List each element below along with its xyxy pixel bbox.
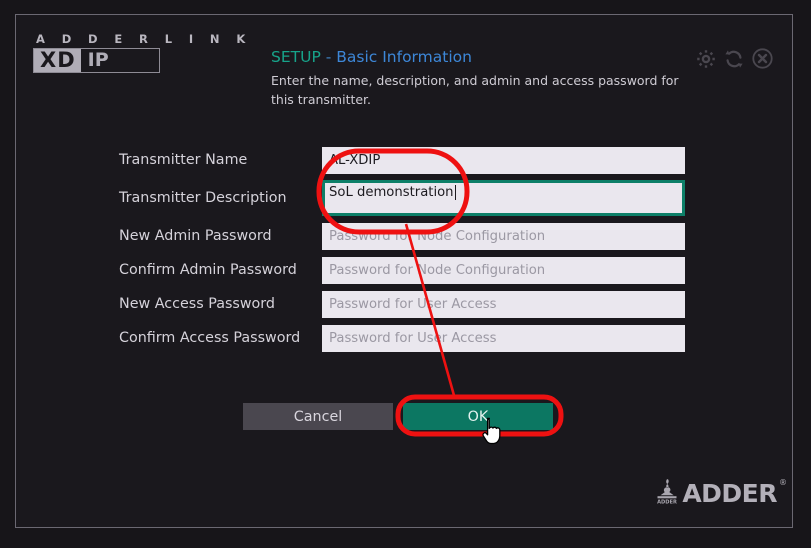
input-confirm-access-password[interactable]: Password for User Access [322,325,685,352]
input-transmitter-description-text: SoL demonstration [329,185,454,200]
label-transmitter-name: Transmitter Name [119,152,315,168]
input-transmitter-name[interactable]: AL-XDIP [322,147,685,174]
fieldwrap-confirm-admin-password: Password for Node Configuration [322,257,685,284]
input-new-access-password[interactable]: Password for User Access [322,291,685,318]
form-row-new-admin-password: New Admin Password Password for Node Con… [0,222,811,250]
adder-wordmark: ADDER [682,481,777,506]
fieldwrap-transmitter-name: AL-XDIP [322,147,685,174]
product-line-label: A D D E R L I N K [33,32,233,46]
form-row-new-access-password: New Access Password Password for User Ac… [0,290,811,318]
page-title: SETUP - Basic Information [271,48,472,66]
fieldwrap-new-access-password: Password for User Access [322,291,685,318]
input-confirm-admin-password[interactable]: Password for Node Configuration [322,257,685,284]
close-icon[interactable] [751,47,774,70]
input-transmitter-description[interactable]: SoL demonstration [322,180,685,216]
product-logo: A D D E R L I N K XD IP [33,32,233,73]
input-new-admin-password[interactable]: Password for Node Configuration [322,223,685,250]
label-new-access-password: New Access Password [119,296,315,312]
adder-emblem-icon: ADDER [654,476,680,510]
form-row-transmitter-name: Transmitter Name AL-XDIP [0,146,811,174]
label-transmitter-description: Transmitter Description [119,180,315,216]
cancel-button[interactable]: Cancel [243,403,393,430]
registered-mark: ® [779,478,787,488]
fieldwrap-transmitter-description: SoL demonstration [322,180,685,216]
svg-text:ADDER: ADDER [657,499,677,505]
header-icon-group [695,47,774,70]
dialog-button-bar: Cancel OK [243,403,553,430]
label-confirm-access-password: Confirm Access Password [119,330,315,346]
page-title-primary: SETUP [271,48,321,66]
label-confirm-admin-password: Confirm Admin Password [119,262,315,278]
model-prefix-label: XD [34,49,81,72]
gear-icon[interactable] [695,48,717,70]
basic-information-form: Transmitter Name AL-XDIP Transmitter Des… [0,146,811,358]
form-row-transmitter-description: Transmitter Description SoL demonstratio… [0,180,811,216]
label-new-admin-password: New Admin Password [119,228,315,244]
fieldwrap-new-admin-password: Password for Node Configuration [322,223,685,250]
page-title-separator: - [321,48,336,66]
ok-button[interactable]: OK [403,403,553,430]
fieldwrap-confirm-access-password: Password for User Access [322,325,685,352]
form-row-confirm-access-password: Confirm Access Password Password for Use… [0,324,811,352]
model-logo-box: XD IP [33,48,160,73]
text-caret [455,185,456,200]
adder-footer-logo: ADDER ADDER ® [654,476,787,510]
page-title-secondary: Basic Information [336,48,472,66]
app-window: A D D E R L I N K XD IP SETUP - Basic In… [0,0,811,548]
form-row-confirm-admin-password: Confirm Admin Password Password for Node… [0,256,811,284]
model-suffix-label: IP [81,49,115,72]
page-subtitle: Enter the name, description, and admin a… [271,71,686,109]
refresh-icon[interactable] [723,48,745,70]
